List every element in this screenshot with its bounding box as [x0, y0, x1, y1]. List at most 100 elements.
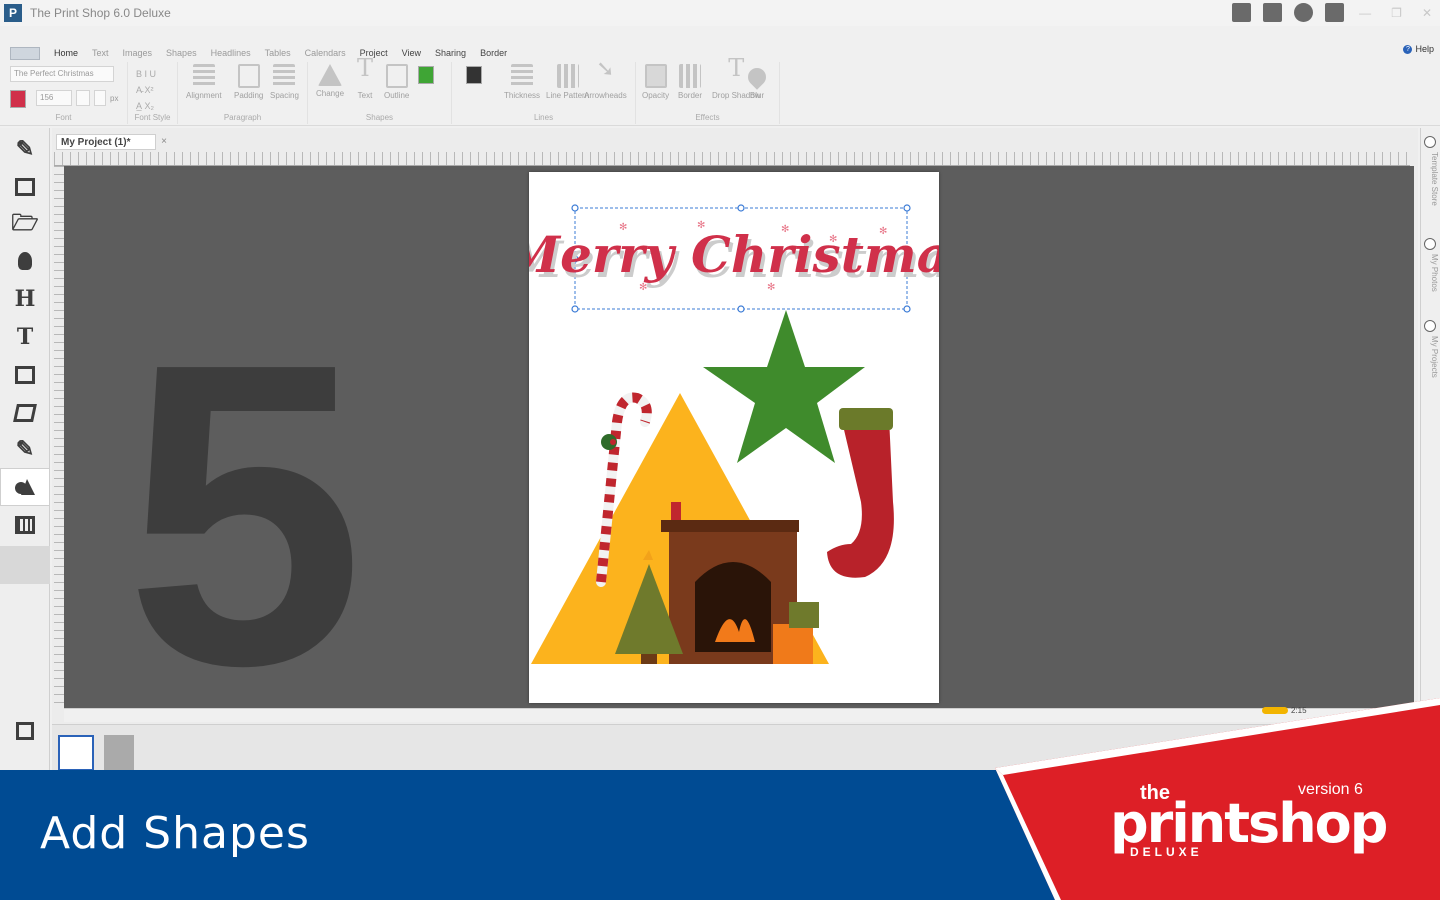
tab-view[interactable]: View: [402, 48, 421, 58]
font-group: The Perfect Christmas 156 px Font: [0, 62, 128, 124]
mantel-candle: [671, 502, 681, 520]
font-size-stepper-2[interactable]: [94, 90, 106, 106]
svg-text:✻: ✻: [767, 282, 775, 293]
project-tab[interactable]: My Project (1)* ×: [56, 134, 167, 150]
svg-text:✻: ✻: [829, 234, 837, 245]
step-number: 5: [125, 275, 364, 755]
shapes-icon[interactable]: [0, 468, 50, 506]
tab-text[interactable]: Text: [92, 48, 109, 58]
help-button[interactable]: ? Help: [1403, 44, 1434, 54]
open-folder-icon[interactable]: 🗁: [0, 206, 50, 244]
text-icon[interactable]: T: [0, 318, 50, 356]
border-button[interactable]: Border: [678, 64, 702, 100]
print-icon[interactable]: [1263, 3, 1282, 22]
underline-subscript-buttons[interactable]: A̲ X₂: [136, 98, 156, 114]
help-icon: ?: [1403, 44, 1413, 54]
zoom-search-icon[interactable]: [0, 712, 50, 750]
file-menu-button[interactable]: [10, 46, 40, 60]
mail-icon[interactable]: [1325, 3, 1344, 22]
idea-bulb-icon[interactable]: [0, 242, 50, 280]
pencil-icon[interactable]: ✎: [0, 130, 50, 168]
window-controls: — ❐ ✕: [1359, 6, 1432, 20]
present-green: [789, 602, 819, 628]
quick-search-icon[interactable]: [1294, 3, 1313, 22]
tab-tables[interactable]: Tables: [265, 48, 291, 58]
project-tab-label: My Project (1)*: [61, 137, 131, 148]
text-color-swatch[interactable]: [10, 90, 26, 108]
my-photos-tab[interactable]: My Photos: [1423, 254, 1439, 292]
svg-text:✻: ✻: [619, 222, 627, 233]
lines-group: Thickness Line Pattern ➘ Arrowheads Lines: [452, 58, 636, 124]
font-group-label: Font: [55, 113, 72, 122]
vertical-ruler: [54, 166, 64, 706]
font-size-stepper[interactable]: [76, 90, 90, 106]
svg-text:✻: ✻: [639, 282, 647, 293]
tree-trunk: [641, 654, 657, 664]
layout-icon[interactable]: [0, 168, 50, 206]
expand-template-store-icon[interactable]: [1424, 136, 1436, 148]
shapes-group-label: Shapes: [365, 113, 394, 122]
my-projects-tab[interactable]: My Projects: [1423, 336, 1439, 378]
page-thumbnail-1[interactable]: [58, 735, 94, 771]
arrowheads-button[interactable]: ➘ Arrowheads: [584, 58, 627, 101]
strike-superscript-buttons[interactable]: A̵ X²: [136, 82, 156, 98]
shapes-group: Change T Text Outline Shapes: [308, 56, 452, 124]
photos-icon[interactable]: [0, 394, 50, 432]
drop-shadow-icon: T: [728, 54, 745, 82]
blur-button[interactable]: Blur: [744, 64, 770, 100]
headline-icon[interactable]: H: [0, 280, 50, 318]
fill-color-swatch[interactable]: [418, 66, 434, 84]
holly-berry: [610, 439, 616, 445]
tab-images[interactable]: Images: [123, 48, 153, 58]
horizontal-ruler: [54, 152, 1410, 166]
outline-button[interactable]: Outline: [384, 64, 409, 100]
opacity-icon: [644, 64, 667, 88]
project-page[interactable]: Merry Christmas Merry Christmas ✻✻✻✻✻✻✻: [503, 172, 980, 703]
thickness-icon: [511, 64, 533, 88]
image-icon[interactable]: [0, 356, 50, 394]
padding-button[interactable]: Padding: [234, 64, 263, 100]
alignment-icon: [192, 64, 215, 88]
edit-pen-icon[interactable]: ✎: [0, 430, 50, 468]
lines-group-label: Lines: [533, 113, 554, 122]
change-shape-button[interactable]: Change: [316, 64, 344, 98]
tab-sharing[interactable]: Sharing: [435, 48, 466, 58]
quick-access-toolbar: [1232, 3, 1344, 22]
maximize-button[interactable]: ❐: [1391, 6, 1402, 20]
thickness-button[interactable]: Thickness: [504, 64, 540, 100]
expand-my-projects-icon[interactable]: [1424, 320, 1436, 332]
red-stocking: [827, 417, 894, 578]
unit-label: px: [110, 94, 119, 103]
status-readout: 2:15: [1291, 706, 1307, 715]
font-name-select[interactable]: The Perfect Christmas: [10, 66, 114, 82]
close-button[interactable]: ✕: [1422, 6, 1432, 20]
help-label: Help: [1415, 44, 1434, 54]
toolbar-spacer: [0, 546, 50, 584]
close-tab-icon[interactable]: ×: [161, 136, 167, 147]
expand-my-photos-icon[interactable]: [1424, 238, 1436, 250]
page-artwork: Merry Christmas Merry Christmas ✻✻✻✻✻✻✻: [503, 204, 980, 664]
tab-border[interactable]: Border: [480, 48, 507, 58]
opacity-button[interactable]: Opacity: [642, 64, 669, 100]
tab-calendars[interactable]: Calendars: [305, 48, 346, 58]
svg-text:✻: ✻: [879, 226, 887, 237]
add-page-thumbnail[interactable]: [104, 735, 134, 771]
effects-group: Opacity Border T Drop Shadow Blur Effects: [636, 54, 780, 124]
green-star: [703, 310, 865, 463]
template-store-tab[interactable]: Template Store: [1423, 152, 1439, 206]
save-icon[interactable]: [1232, 3, 1251, 22]
bold-italic-underline-buttons[interactable]: B I U: [136, 66, 156, 82]
shape-text-button[interactable]: T Text: [354, 56, 376, 100]
minimize-button[interactable]: —: [1359, 6, 1371, 20]
tab-shapes[interactable]: Shapes: [166, 48, 197, 58]
stocking-cuff: [839, 408, 893, 430]
line-color-swatch[interactable]: [466, 66, 482, 84]
border-icon: [679, 64, 701, 88]
alignment-button[interactable]: Alignment: [186, 64, 222, 100]
spacing-button[interactable]: Spacing: [270, 64, 299, 100]
font-size-input[interactable]: 156: [36, 90, 72, 106]
tab-home[interactable]: Home: [54, 48, 78, 58]
line-pattern-button[interactable]: Line Pattern: [546, 64, 589, 100]
tab-headlines[interactable]: Headlines: [211, 48, 251, 58]
calendar-icon[interactable]: [0, 506, 50, 544]
